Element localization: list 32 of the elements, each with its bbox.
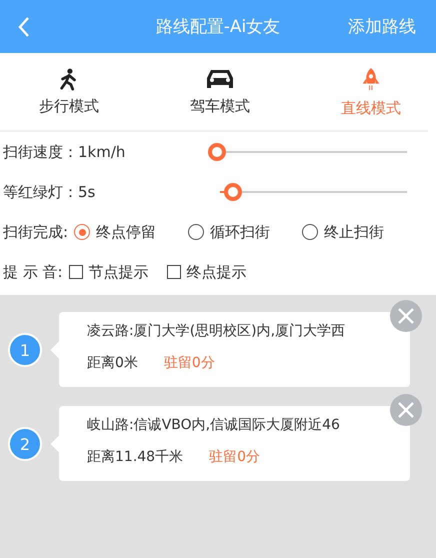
stay-time: 驻留0分 [209, 448, 260, 466]
stay-time: 驻留0分 [164, 354, 215, 372]
option-label[interactable]: 终止扫街 [324, 222, 384, 242]
radio-button[interactable] [302, 224, 318, 240]
radio-button[interactable] [188, 224, 204, 240]
point-distance: 距离11.48千米 [87, 448, 184, 466]
radio-button[interactable] [74, 224, 90, 240]
point-number: 2 [8, 427, 42, 461]
point-number: 1 [8, 333, 42, 367]
mode-tab[interactable]: 驾车模式 [185, 67, 255, 130]
slider-thumb[interactable] [224, 183, 242, 201]
close-icon[interactable] [390, 394, 422, 426]
setting-label: 扫街速度：1km/h [3, 142, 126, 162]
option-label[interactable]: 终点提示 [186, 262, 247, 282]
setting-label: 扫街完成: [3, 222, 68, 242]
checkbox[interactable] [166, 265, 181, 279]
close-icon[interactable] [390, 300, 422, 332]
option-label[interactable]: 节点提示 [88, 262, 149, 282]
page-title: 路线配置-Ai女友 [156, 16, 280, 38]
option-label[interactable]: 终点停留 [96, 222, 156, 242]
point-address: 凌云路:厦门大学(思明校区)内,厦门大学西 [87, 322, 346, 340]
checkbox[interactable] [68, 265, 83, 279]
point-address: 岐山路:信诚VBO内,信诚国际大厦附近46 [87, 416, 341, 434]
option-label[interactable]: 循环扫街 [210, 222, 270, 242]
setting-label: 提 示 音: [3, 262, 63, 282]
back-icon[interactable] [18, 16, 30, 38]
point-distance: 距离0米 [87, 354, 138, 372]
rocket-icon [360, 67, 382, 93]
slider-thumb[interactable] [208, 143, 226, 161]
car-icon [205, 67, 235, 91]
setting-label: 等红绿灯：5s [3, 182, 96, 202]
mode-tab[interactable]: 步行模式 [34, 67, 104, 130]
